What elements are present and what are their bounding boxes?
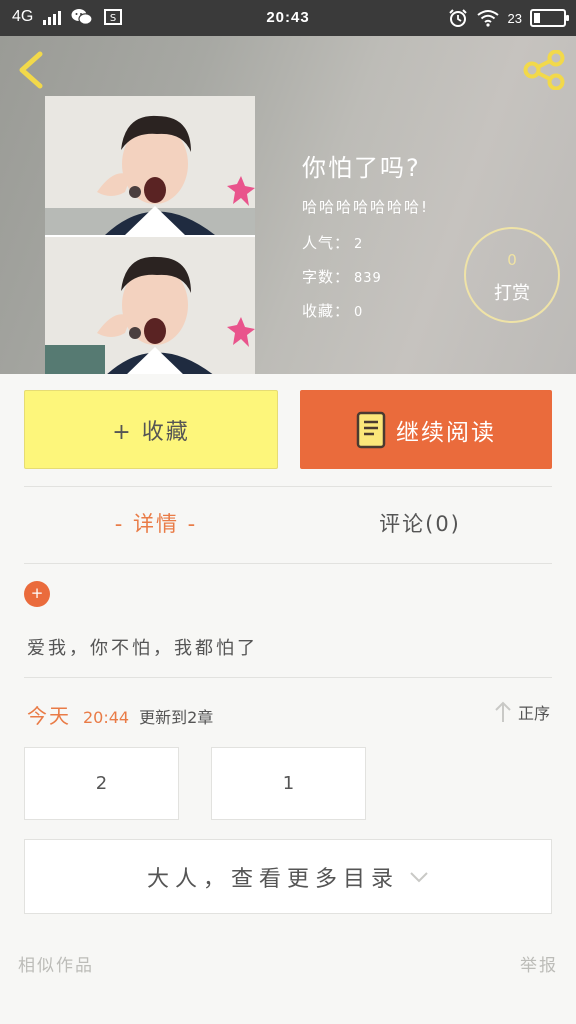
similar-works-link[interactable]: 相似作品: [18, 951, 94, 976]
favorites-label: 收藏：: [302, 302, 351, 320]
back-arrow-icon[interactable]: [14, 50, 50, 90]
book-cover-image: [45, 96, 255, 374]
word-count-label: 字数：: [302, 268, 351, 286]
add-tag-button[interactable]: +: [24, 581, 50, 607]
continue-reading-label: 继续阅读: [396, 419, 496, 446]
status-bar: 4G S 20:43 23: [0, 0, 576, 36]
favorites-stat: 收藏： 0: [302, 300, 363, 321]
tip-label: 打赏: [494, 283, 530, 304]
divider: [24, 677, 552, 678]
book-icon: [356, 411, 386, 448]
popularity-stat: 人气： 2: [302, 232, 363, 253]
chapter-item[interactable]: 2: [24, 747, 179, 820]
favorites-value: 0: [354, 305, 364, 320]
chapter-item[interactable]: 1: [211, 747, 366, 820]
battery-icon: [530, 9, 569, 27]
add-favorite-button[interactable]: + 收藏: [24, 390, 278, 469]
arrow-up-icon: [495, 701, 511, 722]
cover-photo-bottom: [45, 235, 255, 374]
report-link[interactable]: 举报: [520, 951, 558, 976]
share-icon[interactable]: [522, 50, 568, 90]
chevron-down-icon: [410, 871, 428, 882]
update-text: 更新到2章: [139, 708, 214, 727]
book-title: 你怕了吗?: [302, 154, 421, 182]
book-description: 爱我，你不怕，我都怕了: [27, 638, 258, 659]
tip-count: 0: [507, 251, 517, 269]
word-count-stat: 字数： 839: [302, 266, 382, 287]
continue-reading-button[interactable]: 继续阅读: [300, 390, 552, 469]
tab-comments[interactable]: 评论(0): [288, 508, 552, 538]
popularity-label: 人气：: [302, 234, 351, 252]
book-subtitle: 哈哈哈哈哈哈哈!: [302, 198, 430, 216]
wifi-icon: [476, 10, 499, 27]
book-header: 你怕了吗? 哈哈哈哈哈哈哈! 人气： 2 字数： 839 收藏： 0 0 打赏: [0, 36, 576, 374]
tip-button[interactable]: 0 打赏: [464, 227, 560, 323]
battery-percent: 23: [507, 10, 522, 26]
cover-photo-top: [45, 96, 255, 235]
popularity-value: 2: [354, 237, 364, 252]
divider: [24, 563, 552, 564]
status-right: 23: [448, 8, 569, 28]
update-time: 20:44: [83, 708, 130, 727]
update-day: 今天: [27, 704, 71, 728]
word-count-value: 839: [354, 271, 382, 286]
update-info: 今天 20:44 更新到2章: [27, 700, 213, 729]
more-catalog-button[interactable]: 大人，查看更多目录: [24, 839, 552, 914]
divider: [24, 486, 552, 487]
more-catalog-label: 大人，查看更多目录: [146, 866, 399, 892]
tab-detail[interactable]: - 详情 -: [24, 508, 288, 538]
sort-order-button[interactable]: 正序: [494, 700, 550, 724]
sort-order-label: 正序: [517, 704, 550, 723]
alarm-icon: [448, 9, 467, 27]
add-favorite-label: + 收藏: [112, 419, 190, 445]
